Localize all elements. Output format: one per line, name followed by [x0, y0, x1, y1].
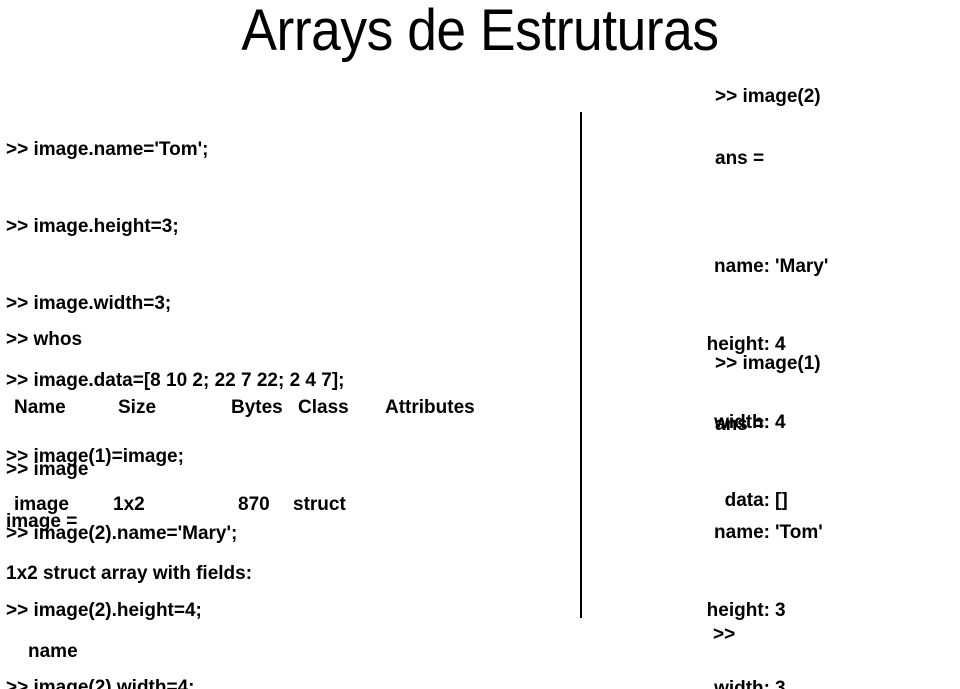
- column-divider: [580, 112, 582, 618]
- field-value-width: 4: [775, 412, 786, 433]
- cell-bytes: 870: [238, 494, 270, 515]
- right-output-column: >> image(2) ans = name: 'Mary' height: 4…: [600, 0, 960, 689]
- field-row: name: 'Mary': [640, 254, 940, 280]
- command-line: >> image.name='Tom';: [6, 139, 209, 161]
- field-key-name: name:: [714, 256, 770, 277]
- table-header-row: Name Size Bytes Class Attributes: [0, 397, 560, 423]
- field-value-name: 'Tom': [775, 522, 823, 543]
- field-value-width: 3: [775, 678, 786, 689]
- field-name-item: name: [28, 641, 78, 662]
- field-key-name: name:: [714, 522, 770, 543]
- field-key-height: height:: [706, 600, 770, 621]
- field-row: height: 3: [640, 598, 940, 624]
- column-header-class: Class: [298, 397, 349, 418]
- display-command-line: >> image: [6, 459, 89, 480]
- command-line: >> image(2).width=4;: [6, 676, 195, 689]
- field-row: name: 'Tom': [640, 520, 940, 546]
- whos-command-line: >> whos: [6, 329, 83, 350]
- cell-class: struct: [293, 494, 346, 515]
- image1-command-line: >> image(1): [715, 353, 821, 374]
- image2-ans-label: ans =: [715, 148, 765, 169]
- column-header-size: Size: [118, 397, 157, 418]
- cell-size: 1x2: [113, 494, 145, 515]
- command-line: >> image(2).height=4;: [6, 599, 202, 621]
- column-header-name: Name: [14, 397, 66, 418]
- field-row: width: 3: [640, 676, 940, 689]
- whos-table: Name Size Bytes Class Attributes image 1…: [0, 353, 560, 537]
- display-ans-label: image =: [6, 511, 78, 532]
- field-value-height: 3: [775, 600, 786, 621]
- field-row: width: 4: [640, 410, 940, 436]
- image2-command-line: >> image(2): [715, 86, 821, 107]
- slide-canvas: Arrays de Estruturas >> image.name='Tom'…: [0, 0, 960, 689]
- struct-field-list: name height width data: [28, 589, 85, 689]
- column-header-attributes: Attributes: [385, 397, 475, 418]
- image1-field-table: name: 'Tom' height: 3 width: 3 data: [3x…: [640, 468, 940, 689]
- image1-ans-label: ans =: [715, 414, 765, 435]
- table-row: image 1x2 870 struct: [0, 494, 560, 520]
- trailing-prompt: >>: [713, 624, 736, 645]
- column-header-bytes: Bytes: [231, 397, 283, 418]
- field-key-width: width:: [714, 678, 770, 689]
- command-line: >> image.width=3;: [6, 292, 172, 314]
- struct-array-header: 1x2 struct array with fields:: [6, 563, 253, 584]
- field-value-name: 'Mary': [775, 256, 829, 277]
- command-line: >> image.height=3;: [6, 215, 179, 237]
